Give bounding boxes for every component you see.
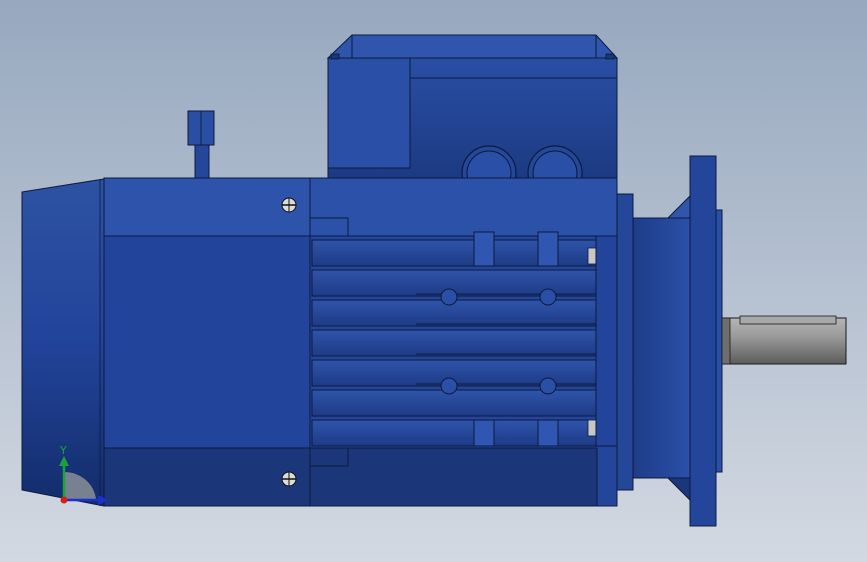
z-axis-dot	[60, 496, 68, 504]
motor-model[interactable]: Y	[0, 0, 867, 562]
lifting-plug[interactable]	[187, 110, 215, 179]
stator-fins[interactable]	[309, 177, 618, 507]
graphics-viewport[interactable]: Y	[0, 0, 867, 562]
output-shaft[interactable]	[721, 315, 847, 365]
motor-body[interactable]	[103, 177, 311, 507]
screw-bottom	[281, 471, 297, 487]
y-axis-label: Y	[59, 444, 67, 457]
mounting-flange[interactable]	[689, 155, 723, 527]
screw-top	[281, 197, 297, 213]
terminal-box[interactable]	[326, 34, 619, 201]
